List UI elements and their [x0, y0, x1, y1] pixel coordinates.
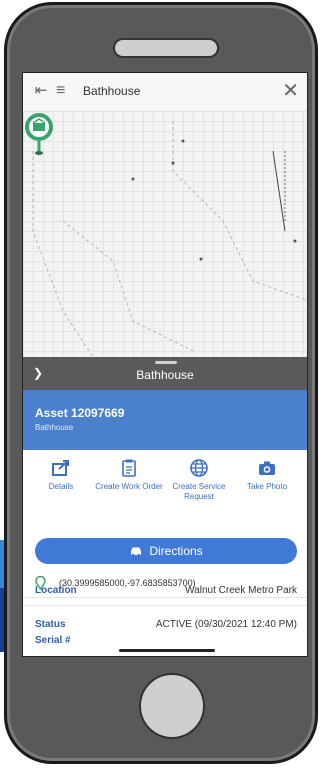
- location-value: Walnut Creek Metro Park: [185, 585, 297, 596]
- details-label: Details: [48, 482, 74, 491]
- app-screen: ⇤ ≡ Bathhouse ✕ ❯ Bathhouse Asset 120976…: [22, 72, 308, 657]
- serial-label: Serial #: [35, 635, 71, 646]
- map-view[interactable]: [23, 111, 307, 357]
- car-icon: [131, 547, 142, 556]
- status-label: Status: [35, 619, 66, 630]
- clipboard-icon: [122, 459, 136, 477]
- asset-id: Asset 12097669: [35, 406, 125, 420]
- divider: [23, 605, 307, 606]
- map-boundaries: [32, 121, 307, 357]
- asset-sheet-header[interactable]: ❯ Bathhouse: [23, 357, 307, 390]
- back-icon[interactable]: ⇤: [33, 83, 49, 99]
- sheet-title: Bathhouse: [136, 368, 194, 382]
- sheet-drag-handle[interactable]: [155, 361, 177, 364]
- create-work-order-label: Create Work Order: [95, 482, 163, 491]
- home-indicator: [119, 649, 215, 652]
- details-button[interactable]: Details: [27, 458, 95, 492]
- location-label: Location: [35, 585, 77, 596]
- globe-icon: [190, 459, 208, 477]
- status-row: Status ACTIVE (09/30/2021 12:40 PM): [35, 619, 297, 635]
- directions-label: Directions: [149, 544, 203, 558]
- camera-icon: [259, 461, 275, 475]
- asset-type: Bathhouse: [35, 423, 74, 432]
- menu-icon[interactable]: ≡: [56, 83, 72, 99]
- search-bar: ⇤ ≡ Bathhouse ✕: [23, 73, 307, 112]
- asset-actions: Details Create Work Order Create Service…: [23, 458, 307, 528]
- create-work-order-button[interactable]: Create Work Order: [95, 458, 163, 492]
- directions-button[interactable]: Directions: [35, 538, 297, 564]
- take-photo-button[interactable]: Take Photo: [233, 458, 301, 492]
- location-row: Location Walnut Creek Metro Park: [35, 585, 297, 601]
- close-icon[interactable]: ✕: [282, 80, 299, 102]
- phone-home-button[interactable]: [139, 673, 205, 739]
- take-photo-label: Take Photo: [246, 482, 288, 491]
- create-service-request-label: Create Service Request: [172, 482, 226, 501]
- status-value: ACTIVE (09/30/2021 12:40 PM): [155, 619, 297, 630]
- asset-banner: Asset 12097669 Bathhouse: [23, 390, 307, 450]
- phone-speaker: [113, 38, 219, 58]
- share-icon: [52, 460, 69, 476]
- asset-map-pin-icon[interactable]: [23, 111, 55, 157]
- create-service-request-button[interactable]: Create Service Request: [165, 458, 233, 502]
- search-bar-title[interactable]: Bathhouse: [83, 84, 140, 98]
